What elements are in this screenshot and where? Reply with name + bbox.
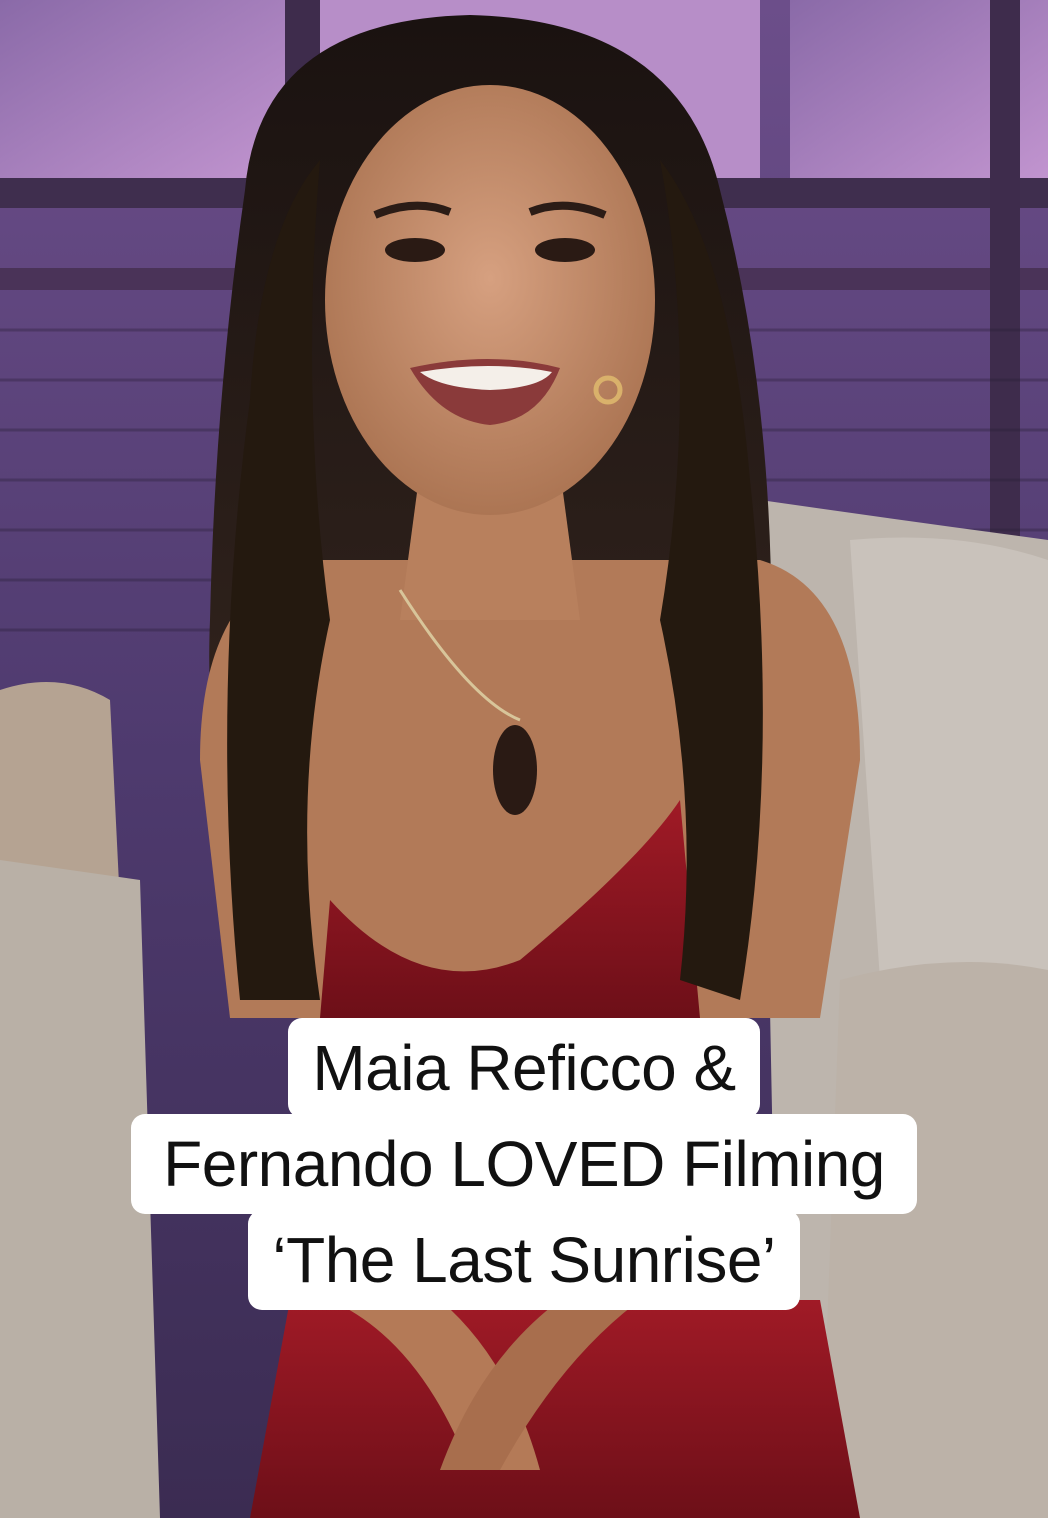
video-frame: Maia Reficco & Fernando LOVED Filming ‘T… (0, 0, 1048, 1518)
pendant (493, 725, 537, 815)
video-caption-overlay: Maia Reficco & Fernando LOVED Filming ‘T… (0, 1018, 1048, 1310)
caption-line: Fernando LOVED Filming (131, 1114, 917, 1214)
caption-line: Maia Reficco & (288, 1018, 760, 1118)
backdrop-panel (0, 0, 285, 178)
face (325, 85, 655, 515)
caption-line: ‘The Last Sunrise’ (248, 1210, 800, 1310)
